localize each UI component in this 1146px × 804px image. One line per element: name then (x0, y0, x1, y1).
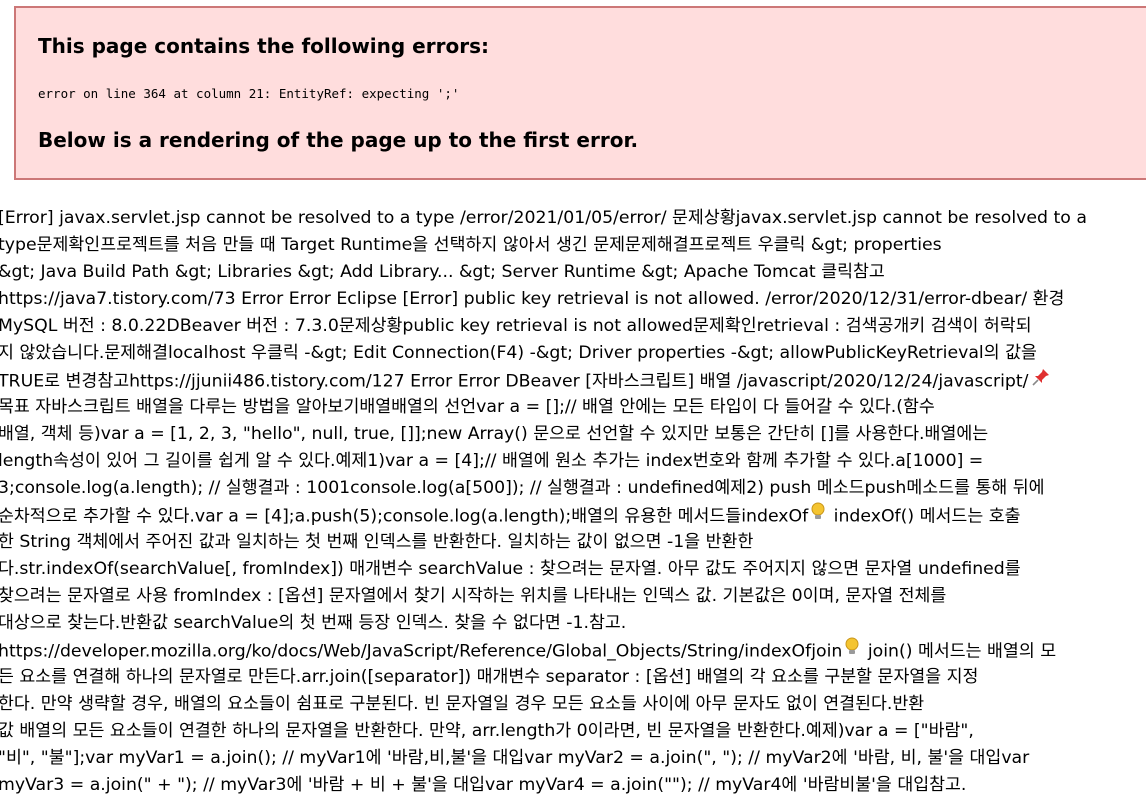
content-line: TRUE로 변경참고https://jjunii486.tistory.com/… (0, 367, 1146, 394)
content-line: https://developer.mozilla.org/ko/docs/We… (0, 637, 1146, 664)
content-line: MySQL 버전 : 8.0.22DBeaver 버전 : 7.3.0문제상황p… (0, 316, 1032, 336)
error-footer: Below is a rendering of the page up to t… (38, 128, 639, 152)
content-line: 찾으려는 문자열로 사용 fromIndex : [옵션] 문자열에서 찾기 시… (0, 586, 947, 606)
error-detail-message: error on line 364 at column 21: EntityRe… (38, 86, 460, 101)
content-line: 목표 자바스크립트 배열을 다루는 방법을 알아보기배열배열의 선언var a … (0, 397, 935, 417)
content-line: 배열, 객체 등)var a = [1, 2, 3, "hello", null… (0, 424, 989, 444)
content-line: 대상으로 찾는다.반환값 searchValue의 첫 번째 등장 인덱스. 찾… (0, 613, 627, 633)
content-line: [Error] javax.servlet.jsp cannot be reso… (0, 208, 1087, 228)
content-line: length속성이 있어 그 길이를 쉽게 알 수 있다.예제1)var a =… (0, 451, 984, 471)
rendered-page-content: [Error] javax.servlet.jsp cannot be reso… (0, 205, 1146, 799)
lightbulb-icon (844, 637, 860, 666)
content-line: myVar3 = a.join(" + "); // myVar3에 '바람 +… (0, 775, 967, 795)
content-line: 다.str.indexOf(searchValue[, fromIndex]) … (0, 559, 1021, 579)
content-line: 지 않았습니다.문제해결localhost 우클릭 -&gt; Edit Con… (0, 343, 1037, 363)
lightbulb-icon (810, 502, 826, 531)
content-line: "비", "불"];var myVar1 = a.join(); // myVa… (0, 748, 1030, 768)
content-line: type문제확인프로젝트를 처음 만들 때 Target Runtime을 선택… (0, 235, 942, 255)
pushpin-icon (1031, 367, 1051, 396)
xml-parse-error-box: This page contains the following errors:… (14, 6, 1146, 180)
content-line: 3;console.log(a.length); // 실행결과 : 1001c… (0, 478, 1045, 498)
content-line: 순차적으로 추가할 수 있다.var a = [4];a.push(5);con… (0, 502, 1146, 529)
content-line: 값 배열의 모든 요소들이 연결한 하나의 문자열을 반환한다. 만약, arr… (0, 721, 974, 741)
content-line: &gt; Java Build Path &gt; Libraries &gt;… (0, 262, 885, 282)
content-line: 든 요소를 연결해 하나의 문자열로 만든다.arr.join([separat… (0, 667, 979, 687)
content-line: 한 String 객체에서 주어진 값과 일치하는 첫 번째 인덱스를 반환한다… (0, 532, 754, 552)
content-line: https://java7.tistory.com/73 Error Error… (0, 289, 1065, 309)
error-heading: This page contains the following errors: (38, 34, 489, 58)
content-line: 한다. 만약 생략할 경우, 배열의 요소들이 쉼표로 구분된다. 빈 문자열일… (0, 694, 925, 714)
